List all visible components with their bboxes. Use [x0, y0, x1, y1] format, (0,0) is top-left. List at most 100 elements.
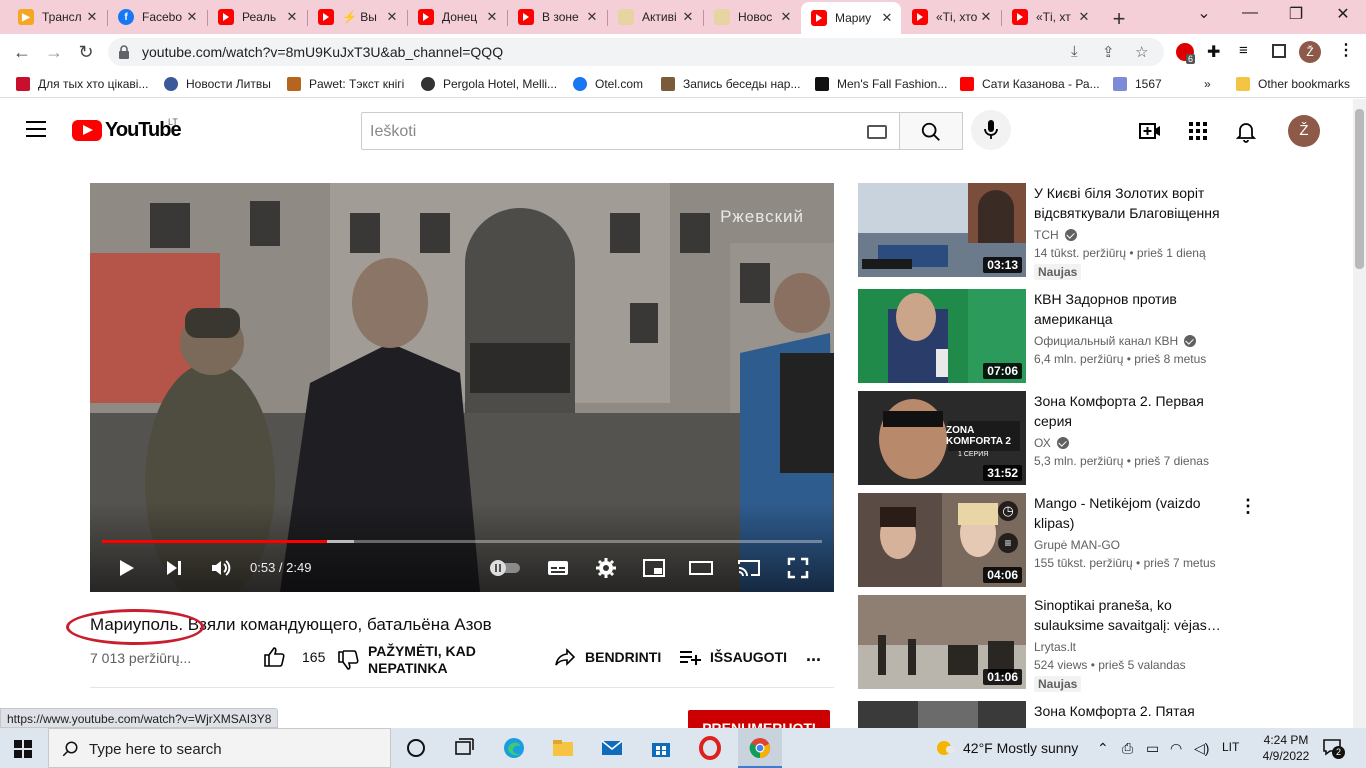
watch-later-icon[interactable]: ◷ — [998, 501, 1018, 521]
task-view-icon[interactable] — [452, 736, 476, 760]
video-thumbnail[interactable]: 03:13 — [858, 183, 1026, 277]
other-bookmarks[interactable]: Other bookmarks — [1236, 75, 1350, 93]
video-thumbnail[interactable] — [858, 701, 1026, 728]
share-icon[interactable]: ⇪ — [1102, 43, 1115, 61]
opera-icon[interactable] — [698, 736, 722, 760]
close-icon[interactable]: ✕ — [778, 9, 794, 25]
notifications-bell-icon[interactable] — [1234, 119, 1258, 143]
video-thumbnail[interactable]: 07:06 — [858, 289, 1026, 383]
recommendation-item[interactable]: ◷ ≡ 04:06 Mango - Netikėjom (vaizdo klip… — [858, 493, 1258, 587]
profile-avatar[interactable]: Ž — [1299, 41, 1321, 63]
next-icon[interactable] — [162, 556, 186, 580]
close-icon[interactable]: ✕ — [879, 10, 895, 26]
edge-browser-icon[interactable] — [502, 736, 526, 760]
close-icon[interactable]: ✕ — [284, 9, 300, 25]
bookmark-item[interactable]: Otel.com — [573, 75, 643, 93]
settings-gear-icon[interactable] — [594, 556, 618, 580]
tab[interactable]: Реаль ✕ — [208, 4, 306, 30]
create-video-icon[interactable] — [1138, 119, 1162, 143]
tab[interactable]: Донец ✕ — [408, 4, 506, 30]
channel-name[interactable]: ТСН — [1034, 228, 1077, 242]
miniplayer-icon[interactable] — [642, 556, 666, 580]
file-explorer-icon[interactable] — [551, 736, 575, 760]
chevron-up-icon[interactable]: ⌃ — [1097, 740, 1109, 757]
close-icon[interactable]: ✕ — [978, 9, 994, 25]
close-window-icon[interactable]: ✕ — [1331, 4, 1355, 24]
volume-icon[interactable] — [209, 556, 233, 580]
bookmark-item[interactable]: Новости Литвы — [164, 75, 271, 93]
play-icon[interactable] — [114, 556, 138, 580]
keyboard-icon[interactable] — [867, 125, 887, 139]
scrollbar-thumb[interactable] — [1355, 109, 1364, 269]
speaker-icon[interactable]: ◁) — [1194, 740, 1209, 757]
bookmark-item[interactable]: Pawet: Тэкст кнігі — [287, 75, 404, 93]
video-thumbnail[interactable]: ZONA KOMFORTA 2 1 СЕРИЯ 31:52 — [858, 391, 1026, 485]
tab[interactable]: Активі ✕ — [608, 4, 702, 30]
like-button[interactable]: 165 — [262, 645, 325, 669]
menu-icon[interactable]: ⋮ — [1338, 40, 1354, 60]
progress-bar[interactable] — [102, 540, 822, 543]
tab[interactable]: Новос ✕ — [704, 4, 800, 30]
close-icon[interactable]: ✕ — [84, 9, 100, 25]
apps-grid-icon[interactable] — [1186, 119, 1210, 143]
tab[interactable]: В зоне ✕ — [508, 4, 606, 30]
taskbar-clock[interactable]: 4:24 PM 4/9/2022 — [1258, 732, 1314, 764]
channel-name[interactable]: ОХ — [1034, 436, 1069, 450]
share-button[interactable]: BENDRINTI — [553, 645, 661, 669]
bookmark-item[interactable]: Pergola Hotel, Melli... — [421, 75, 557, 93]
bookmarks-overflow[interactable]: » — [1204, 75, 1211, 93]
recommendation-item[interactable]: 01:06 Sinoptikai praneša, ko sulauksime … — [858, 595, 1258, 692]
bookmark-item[interactable]: Сати Казанова - Ра... — [960, 75, 1100, 93]
more-actions-button[interactable]: ... — [806, 645, 821, 666]
recommendation-title[interactable]: Зона Комфорта 2. Пятая серия — [1034, 701, 1234, 728]
tab-active[interactable]: Мариу ✕ — [801, 2, 901, 34]
side-panel-icon[interactable] — [1272, 44, 1286, 58]
dislike-button[interactable]: PAŽYMĖTI, KAD NEPATINKA — [336, 643, 476, 677]
recommendation-item[interactable]: 03:13 У Києві біля Золотих воріт відсвят… — [858, 183, 1258, 280]
store-icon[interactable] — [649, 736, 673, 760]
recommendation-title[interactable]: У Києві біля Золотих воріт відсвяткували… — [1034, 183, 1234, 223]
more-options-icon[interactable]: ⋮ — [1238, 496, 1258, 516]
taskbar-search-input[interactable]: Type here to search — [48, 728, 391, 768]
video-thumbnail[interactable]: 01:06 — [858, 595, 1026, 689]
reload-icon[interactable]: ↻ — [74, 40, 98, 64]
view-count[interactable]: 7 013 peržiūrų... — [90, 650, 191, 666]
recommendation-title[interactable]: Зона Комфорта 2. Первая серия — [1034, 391, 1234, 431]
language-indicator[interactable]: LIT — [1222, 740, 1239, 754]
recommendation-item[interactable]: Зона Комфорта 2. Пятая серия — [858, 701, 1258, 728]
add-to-queue-icon[interactable]: ≡ — [998, 533, 1018, 553]
windows-start-icon[interactable] — [14, 740, 32, 758]
save-button[interactable]: IŠSAUGOTI — [678, 645, 787, 669]
maximize-icon[interactable]: ❐ — [1284, 4, 1308, 24]
install-icon[interactable]: ⤓ — [1071, 43, 1078, 60]
bookmark-item[interactable]: Men's Fall Fashion... — [815, 75, 947, 93]
search-input[interactable]: Ieškoti — [361, 112, 900, 150]
autoplay-toggle-icon[interactable] — [488, 556, 522, 580]
bookmark-item[interactable]: 1567 — [1113, 75, 1162, 93]
battery-icon[interactable]: ▭ — [1146, 740, 1159, 757]
bookmark-item[interactable]: Для тых хто цікаві... — [16, 75, 148, 93]
hamburger-menu-icon[interactable] — [26, 121, 46, 137]
tab[interactable]: ▶ Трансл ✕ — [8, 4, 106, 30]
mail-icon[interactable] — [600, 736, 624, 760]
forward-icon[interactable]: → — [42, 40, 66, 64]
notification-center-icon[interactable]: 2 — [1322, 738, 1345, 759]
recommendation-title[interactable]: Mango - Netikėjom (vaizdo klipas) — [1034, 493, 1234, 533]
close-icon[interactable]: ✕ — [484, 9, 500, 25]
tab-search-icon[interactable]: ⌄ — [1192, 3, 1216, 23]
close-icon[interactable]: ✕ — [680, 9, 696, 25]
close-icon[interactable]: ✕ — [384, 9, 400, 25]
wifi-icon[interactable]: ◠ — [1170, 740, 1182, 757]
close-icon[interactable]: ✕ — [184, 9, 200, 25]
search-button[interactable] — [900, 112, 963, 150]
new-tab-button[interactable]: + — [1108, 6, 1130, 32]
theater-mode-icon[interactable] — [689, 556, 713, 580]
channel-name[interactable]: Официальный канал КВН — [1034, 334, 1197, 348]
recommendation-title[interactable]: КВН Задорнов против американца — [1034, 289, 1234, 329]
tab[interactable]: ⚡ Вы ✕ — [308, 4, 406, 30]
chrome-taskbar-button[interactable] — [738, 728, 782, 768]
video-player[interactable]: Ржевский 0:53 / 2:49 — [90, 183, 834, 592]
close-icon[interactable]: ✕ — [1076, 9, 1092, 25]
puzzle-icon[interactable]: ✚ — [1207, 42, 1220, 62]
meet-now-icon[interactable]: ⎙ — [1122, 740, 1133, 757]
